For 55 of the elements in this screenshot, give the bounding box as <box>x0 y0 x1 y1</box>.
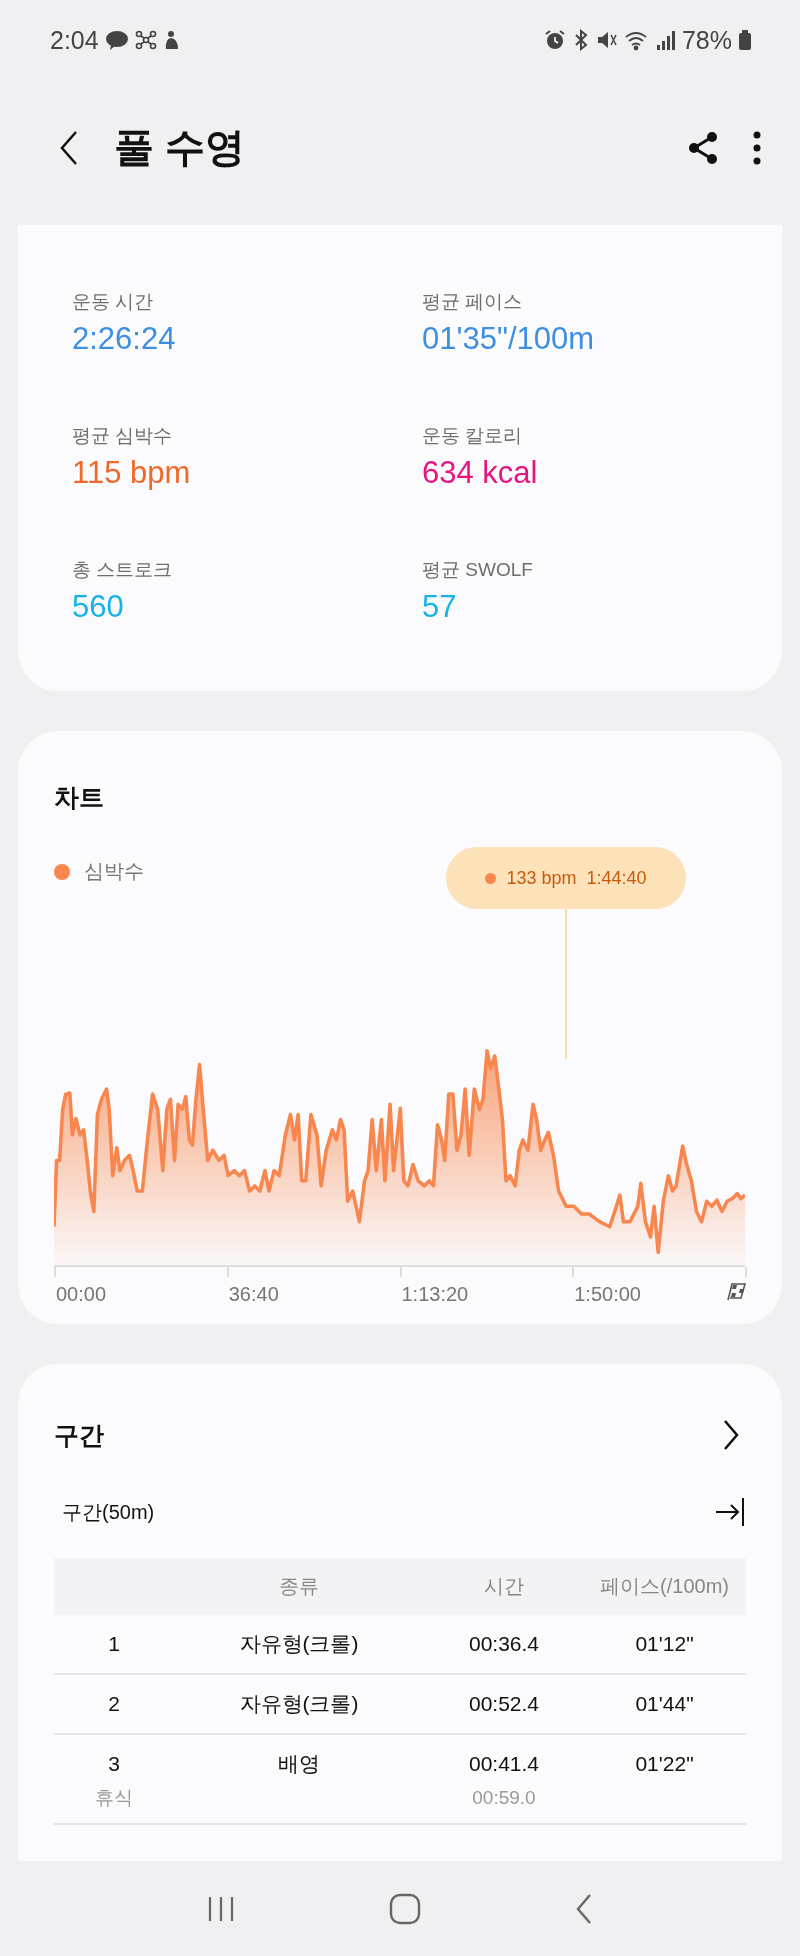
stat-label: 운동 시간 <box>72 290 155 314</box>
column-header: 페이스(/100m) <box>600 1574 729 1599</box>
table-cell: 2 <box>108 1692 120 1716</box>
table-cell-text: 배영 <box>278 1751 320 1777</box>
stat-value: 01'35"/100m <box>422 321 596 357</box>
axis-label: 36:40 <box>228 1283 279 1306</box>
section-title: 차트 <box>54 782 105 813</box>
stat-label: 평균 SWOLF <box>422 558 534 582</box>
column-header: 종류 <box>279 1574 319 1599</box>
interval-subtitle: 구간(50m) <box>62 1499 155 1525</box>
stat-value: 634 kcal <box>422 455 539 491</box>
chevron-right-icon[interactable] <box>722 1418 740 1452</box>
table-cell: 01'12" <box>635 1632 694 1656</box>
finish-flag-icon <box>725 1281 747 1301</box>
section-title: 구간 <box>54 1419 104 1451</box>
table-cell: 00:41.4 <box>468 1752 540 1776</box>
alarm-icon <box>543 29 566 51</box>
table-cell: 00:59.0 <box>472 1787 536 1809</box>
network-icon <box>134 30 157 50</box>
signal-icon <box>655 29 676 51</box>
mute-icon <box>595 29 618 51</box>
legend-dot-icon <box>54 863 70 880</box>
column-header: 시간 <box>484 1574 524 1599</box>
stat-label: 운동 칼로리 <box>422 424 524 448</box>
table-cell-text: 휴식 <box>95 1786 133 1810</box>
clock-time: 2:04 <box>50 25 99 55</box>
axis-label: 1:13:20 <box>401 1283 469 1306</box>
table-cell: 00:52.4 <box>468 1692 540 1716</box>
tooltip-time: 1:44:40 <box>586 867 647 889</box>
page-title: 풀 수영 <box>114 124 246 171</box>
stat-value: 560 <box>72 589 125 625</box>
axis-label: 00:00 <box>56 1283 107 1306</box>
table-cell-text: 자유형(크롤) <box>239 1691 359 1717</box>
table-cell: 01'44" <box>635 1692 694 1716</box>
more-options-icon[interactable] <box>752 130 762 165</box>
legend-label: 심박수 <box>84 859 144 884</box>
stat-value: 2:26:24 <box>72 321 177 357</box>
table-cell: 00:36.4 <box>468 1632 540 1656</box>
battery-icon <box>738 29 752 51</box>
home-icon[interactable] <box>389 1892 421 1925</box>
table-cell: 3 <box>108 1752 120 1776</box>
stat-value: 115 bpm <box>72 455 192 491</box>
table-cell-text: 자유형(크롤) <box>239 1631 359 1657</box>
table-cell: 01'22" <box>635 1752 694 1776</box>
stat-label: 평균 페이스 <box>422 290 524 314</box>
share-icon[interactable] <box>688 130 718 165</box>
tooltip-dot-icon <box>485 872 497 884</box>
battery-percent: 78% <box>681 25 732 55</box>
table-cell: 1 <box>108 1632 120 1656</box>
axis-label: 1:50:00 <box>574 1283 641 1306</box>
stat-value: 57 <box>422 589 458 625</box>
tooltip-value: 133 bpm <box>506 867 577 889</box>
chat-bubble-icon <box>104 30 129 50</box>
stat-label: 평균 심박수 <box>72 424 174 448</box>
stat-label: 총 스트로크 <box>72 558 174 582</box>
